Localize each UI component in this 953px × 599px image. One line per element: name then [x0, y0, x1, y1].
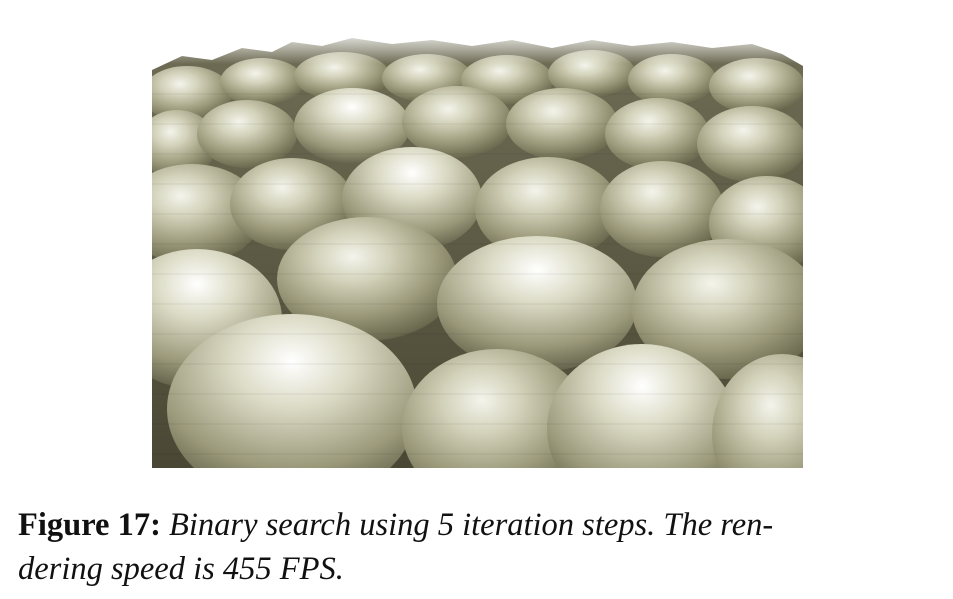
caption-text-line1: Binary search using 5 iteration steps. T…	[169, 507, 774, 543]
figure-label: Figure 17:	[18, 507, 161, 543]
terrain-render-image	[152, 34, 803, 468]
figure-caption: Figure 17: Binary search using 5 iterati…	[18, 503, 938, 591]
caption-text-line2: dering speed is 455 FPS.	[18, 551, 344, 587]
